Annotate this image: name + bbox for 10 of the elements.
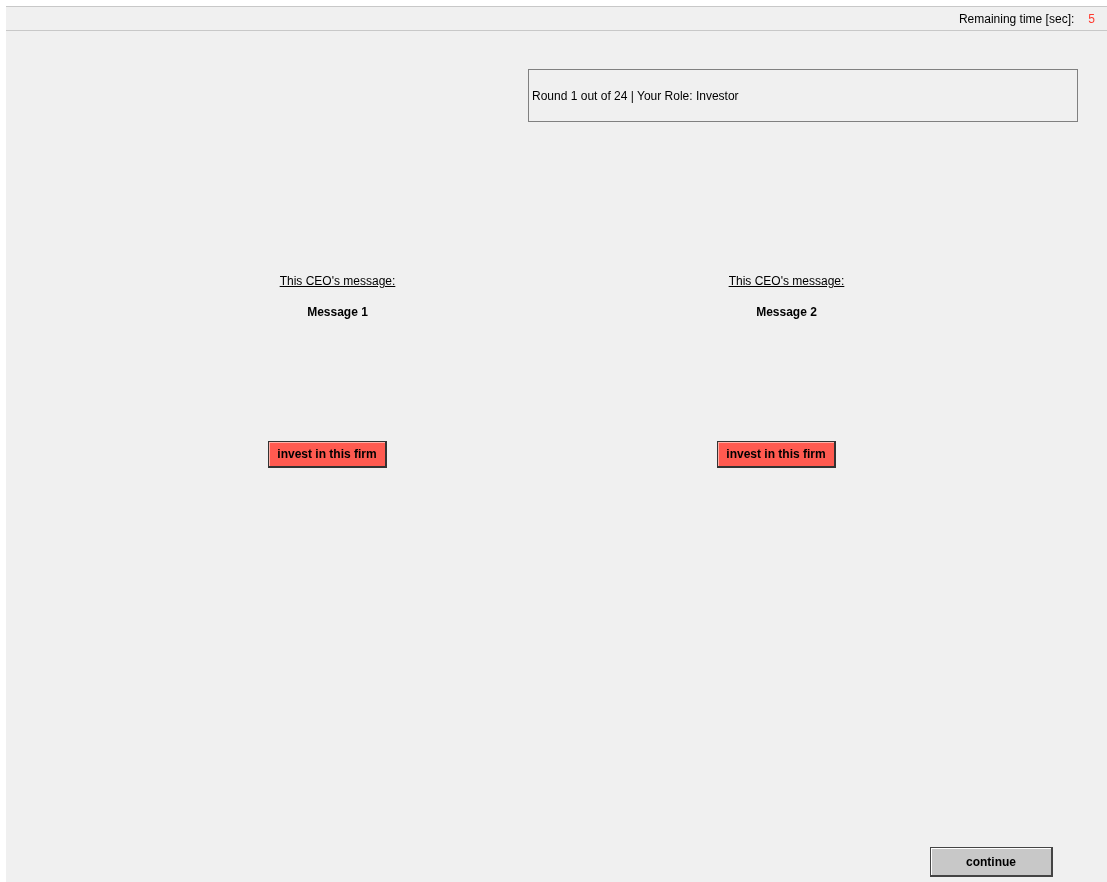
message-text: Message 1: [307, 305, 368, 319]
message-caption: This CEO's message:: [279, 274, 396, 288]
invest-button[interactable]: invest in this firm: [268, 441, 387, 468]
invest-button[interactable]: invest in this firm: [717, 441, 836, 468]
continue-button[interactable]: continue: [930, 847, 1053, 877]
timer-value: 5: [1088, 11, 1095, 26]
timer-label: Remaining time [sec]:: [958, 11, 1075, 26]
round-info: Round 1 out of 24 | Your Role: Investor: [528, 69, 1078, 122]
message-text: Message 2: [756, 305, 817, 319]
message-caption: This CEO's message:: [728, 274, 845, 288]
